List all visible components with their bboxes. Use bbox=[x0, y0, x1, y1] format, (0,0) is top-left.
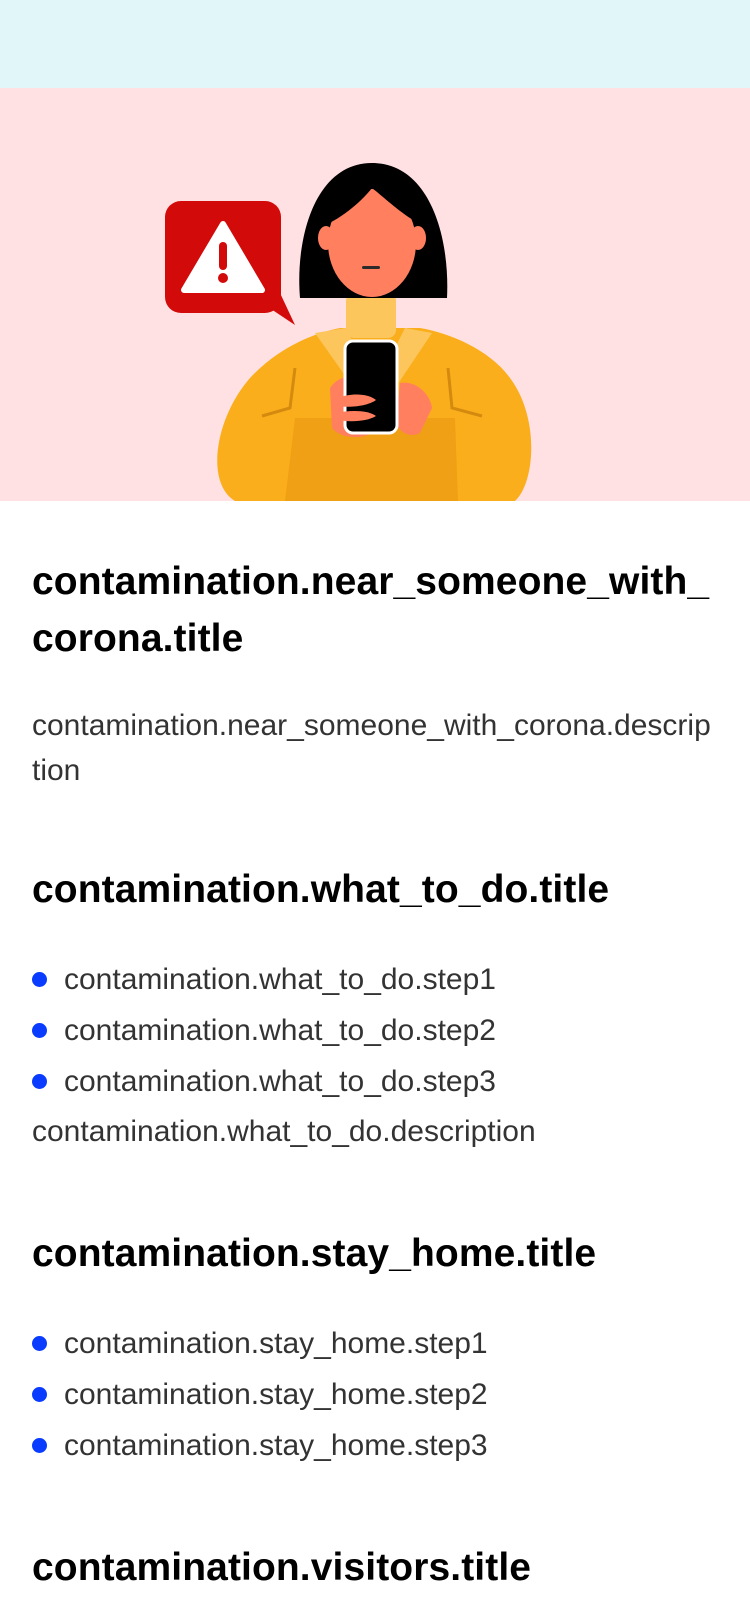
step-text: contamination.stay_home.step3 bbox=[64, 1428, 488, 1462]
warning-triangle-icon bbox=[165, 201, 295, 325]
list-item: contamination.stay_home.step2 bbox=[32, 1369, 718, 1420]
step-text: contamination.stay_home.step1 bbox=[64, 1326, 488, 1360]
content: contamination.near_someone_with_corona.t… bbox=[0, 501, 750, 1596]
bullet-icon bbox=[32, 972, 47, 987]
hero-banner bbox=[0, 88, 750, 501]
step-text: contamination.what_to_do.step3 bbox=[64, 1064, 496, 1098]
step-text: contamination.what_to_do.step1 bbox=[64, 962, 496, 996]
list-item: contamination.what_to_do.step2 bbox=[32, 1005, 718, 1056]
section-title-near-someone: contamination.near_someone_with_corona.t… bbox=[32, 560, 710, 660]
section-stay-home: contamination.stay_home.title contaminat… bbox=[32, 1225, 718, 1471]
bullet-icon bbox=[32, 1438, 47, 1453]
stay-home-steps: contamination.stay_home.step1 contaminat… bbox=[32, 1318, 718, 1471]
step-text: contamination.what_to_do.step2 bbox=[64, 1013, 496, 1047]
section-what-to-do: contamination.what_to_do.title contamina… bbox=[32, 861, 718, 1157]
status-bar bbox=[0, 0, 750, 88]
section-description-what-to-do: contamination.what_to_do.description bbox=[32, 1115, 536, 1148]
list-item: contamination.what_to_do.step3 bbox=[32, 1056, 718, 1107]
woman-with-phone-alert-illustration bbox=[165, 163, 532, 501]
section-title-what-to-do: contamination.what_to_do.title bbox=[32, 868, 610, 911]
bullet-icon bbox=[32, 1387, 47, 1402]
section-description-near-someone: contamination.near_someone_with_corona.d… bbox=[32, 709, 711, 787]
section-title-stay-home: contamination.stay_home.title bbox=[32, 1232, 597, 1275]
section-title-visitors: contamination.visitors.title bbox=[32, 1546, 532, 1589]
bullet-icon bbox=[32, 1336, 47, 1351]
section-near-someone: contamination.near_someone_with_corona.t… bbox=[32, 553, 718, 793]
list-item: contamination.what_to_do.step1 bbox=[32, 954, 718, 1005]
section-visitors: contamination.visitors.title bbox=[32, 1539, 718, 1596]
step-text: contamination.stay_home.step2 bbox=[64, 1377, 488, 1411]
bullet-icon bbox=[32, 1023, 47, 1038]
list-item: contamination.stay_home.step1 bbox=[32, 1318, 718, 1369]
list-item: contamination.stay_home.step3 bbox=[32, 1420, 718, 1471]
what-to-do-steps: contamination.what_to_do.step1 contamina… bbox=[32, 954, 718, 1107]
bullet-icon bbox=[32, 1074, 47, 1089]
